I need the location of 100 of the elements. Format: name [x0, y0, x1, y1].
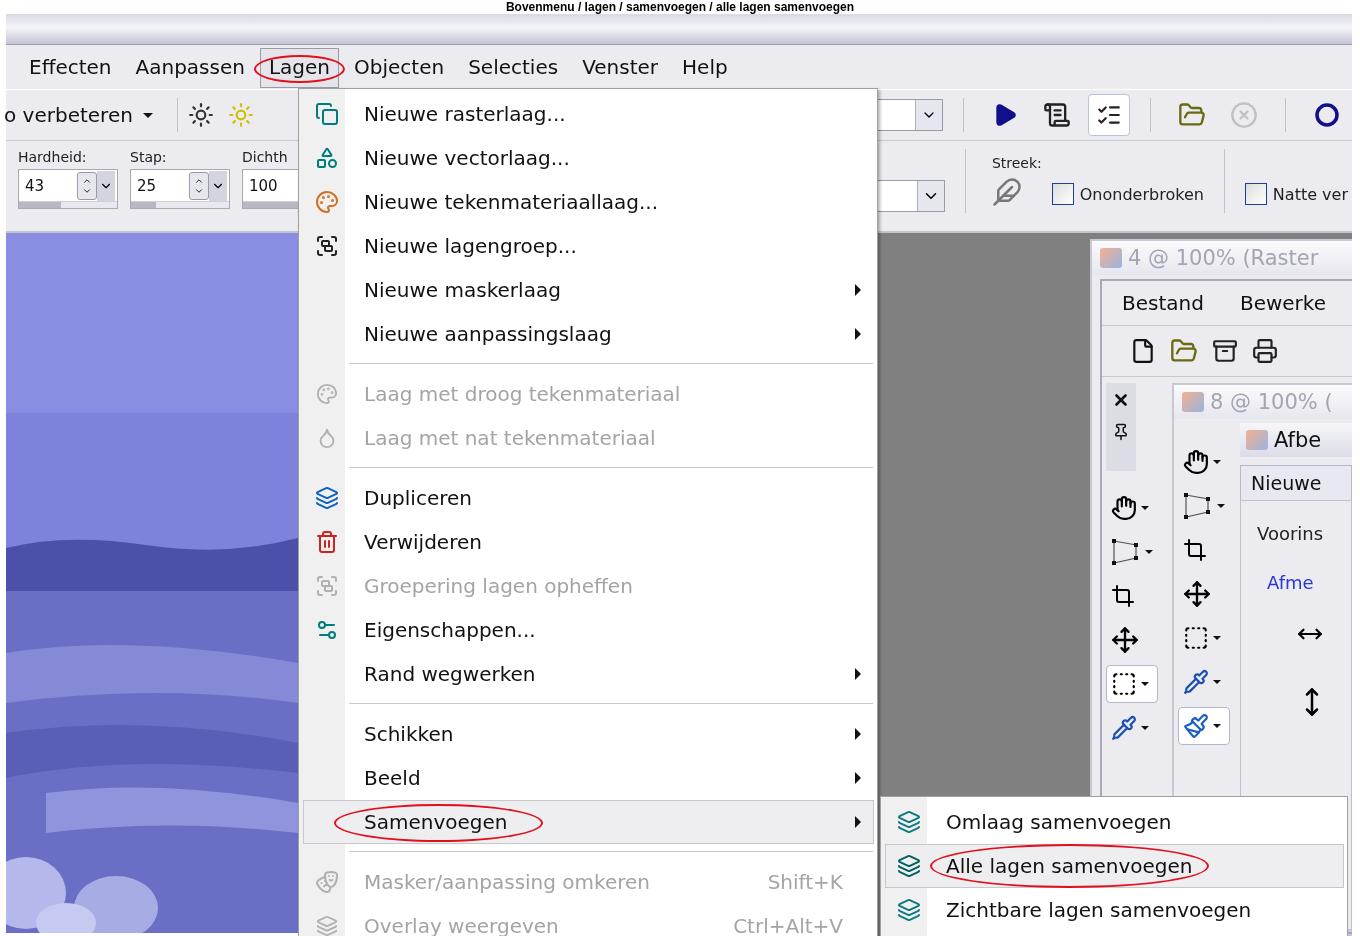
window-title: 8 @ 100% ( [1210, 390, 1333, 414]
menu-item[interactable]: Nieuwe vectorlaag... [303, 136, 874, 180]
caret-icon[interactable] [1141, 726, 1149, 730]
list-button[interactable] [1088, 94, 1130, 136]
option-label: Hardheid: [18, 149, 87, 165]
checkbox-label: Natte ver [1272, 184, 1348, 204]
spin-field[interactable]: 43 [18, 169, 118, 209]
caret-icon [142, 112, 153, 118]
menu-item[interactable]: Beeld [303, 756, 874, 800]
polygon-icon [1183, 492, 1213, 520]
menu-item-label: Nieuwe tekenmateriaallaag... [364, 190, 659, 214]
caret-icon[interactable] [1213, 636, 1221, 640]
menu-item-label: Laag met nat tekenmateriaal [364, 426, 656, 450]
caret-icon[interactable] [1213, 680, 1221, 684]
shortcut-text: Ctrl+Alt+V [733, 914, 843, 936]
brush-tool[interactable] [1178, 707, 1230, 745]
pipette-icon[interactable] [1111, 715, 1137, 741]
stroke-label: Streek: [991, 155, 1042, 171]
menu-item[interactable]: Rand wegwerken [303, 652, 874, 696]
menu-item[interactable]: Zichtbare lagen samenvoegen [885, 888, 1344, 932]
cabinet-icon[interactable] [1212, 338, 1238, 364]
menu-item-label: Verwijderen [364, 530, 482, 554]
checkbox-label: Ononderbroken [1079, 184, 1204, 204]
menu-title[interactable]: Bestand [1122, 291, 1204, 315]
feather-icon[interactable] [991, 177, 1022, 207]
hand-icon[interactable] [1183, 449, 1209, 475]
menu-item-label: Nieuwe aanpassingslaag [364, 322, 612, 346]
dialog-tab[interactable]: Nieuwe [1240, 465, 1352, 500]
caret-icon [1141, 682, 1149, 686]
menu-item-label: Schikken [364, 722, 454, 746]
menu-item-label: Rand wegwerken [364, 662, 536, 686]
menu-title[interactable]: Bewerke [1239, 291, 1326, 315]
document-icon [1182, 392, 1204, 412]
selection-tool[interactable] [1106, 665, 1158, 703]
menu-item-label: Eigenschappen... [364, 618, 536, 642]
menu-title[interactable]: Lagen [259, 48, 339, 88]
caret-icon[interactable] [1145, 550, 1153, 554]
hand-icon[interactable] [1111, 495, 1137, 521]
menu-item[interactable]: Verwijderen [303, 520, 874, 564]
window-title: 4 @ 100% (Raster [1128, 246, 1319, 270]
menu-item-label: Omlaag samenvoegen [946, 810, 1172, 834]
spin-field[interactable]: 100 [242, 169, 298, 209]
menu-item-label: Laag met droog tekenmateriaal [364, 382, 681, 406]
menu-item[interactable]: Samenvoegen [303, 800, 874, 844]
menu-item[interactable]: Schikken [303, 712, 874, 756]
menu-title[interactable]: Aanpassen [126, 48, 254, 88]
checkbox[interactable] [1051, 183, 1074, 205]
menu-item-label: Samenvoegen [364, 810, 508, 834]
menu-title[interactable]: Objecten [345, 48, 454, 88]
crop-icon[interactable] [1183, 538, 1207, 562]
pin-icon[interactable] [1112, 423, 1130, 441]
document-icon [1246, 430, 1268, 450]
sun-icon[interactable] [187, 102, 214, 128]
menu-item[interactable]: Omlaag samenvoegen [885, 800, 1344, 844]
circle-icon[interactable] [1315, 103, 1339, 127]
brush-icon [1183, 713, 1209, 739]
menu-item[interactable]: Nieuwe tekenmateriaallaag... [303, 180, 874, 224]
menu-item[interactable]: Alle lagen samenvoegen [885, 844, 1344, 888]
shortcut-text: Shift+K [767, 870, 843, 894]
caret-icon [1213, 724, 1221, 728]
menu-item-label: Nieuwe lagengroep... [364, 234, 577, 258]
option-label: Stap: [130, 149, 167, 165]
menu-item-label: Zichtbare lagen samenvoegen [946, 898, 1252, 922]
scanner-icon[interactable] [1252, 338, 1278, 364]
caption: Bovenmenu / lagen / samenvoegen / alle lagen samenvoegen [505, 1, 855, 14]
crop-icon[interactable] [1111, 584, 1135, 608]
menu-item[interactable]: Nieuwe aanpassingslaag [303, 312, 874, 356]
spin-field[interactable]: 25 [130, 169, 230, 209]
window-title: Afbe [1274, 428, 1322, 452]
menu-item-label: Masker/aanpassing omkeren [364, 870, 650, 894]
menu-title[interactable]: Venster [573, 48, 668, 88]
menu-item[interactable]: Nieuwe lagengroep... [303, 224, 874, 268]
menu-title[interactable]: Selecties [459, 48, 568, 88]
move-icon[interactable] [1111, 626, 1139, 654]
dashed-rectangle-icon[interactable] [1183, 625, 1209, 651]
menu-item-label: Groepering lagen opheffen [364, 574, 633, 598]
scroll-icon[interactable] [1043, 101, 1071, 129]
menu-item[interactable]: Nieuwe rasterlaag... [303, 92, 874, 136]
pipette-icon[interactable] [1183, 669, 1209, 695]
menu-item-label: Nieuwe vectorlaag... [364, 146, 570, 170]
group-label: Afme [1267, 572, 1315, 593]
new-file-icon[interactable] [1130, 338, 1156, 364]
menu-item-label: Beeld [364, 766, 421, 790]
menu-item[interactable]: Eigenschappen... [303, 608, 874, 652]
menu-item[interactable]: Dupliceren [303, 476, 874, 520]
checkbox[interactable] [1244, 183, 1267, 205]
preset-dropdown[interactable]: o verbeteren [4, 103, 133, 127]
document-icon [1100, 248, 1122, 268]
menu-title[interactable]: Help [673, 48, 737, 88]
close-icon[interactable] [1112, 391, 1130, 409]
menu-title[interactable]: Effecten [20, 48, 121, 88]
menu-item-label: Alle lagen samenvoegen [946, 854, 1193, 878]
dashed-rectangle-icon [1111, 671, 1137, 697]
menu-item[interactable]: Nieuwe maskerlaag [303, 268, 874, 312]
option-label: Dichth [242, 149, 288, 165]
move-icon[interactable] [1183, 580, 1211, 608]
caret-icon[interactable] [1141, 506, 1149, 510]
menu-item-label: Dupliceren [364, 486, 472, 510]
caret-icon[interactable] [1213, 460, 1221, 464]
caret-icon[interactable] [1217, 504, 1225, 508]
